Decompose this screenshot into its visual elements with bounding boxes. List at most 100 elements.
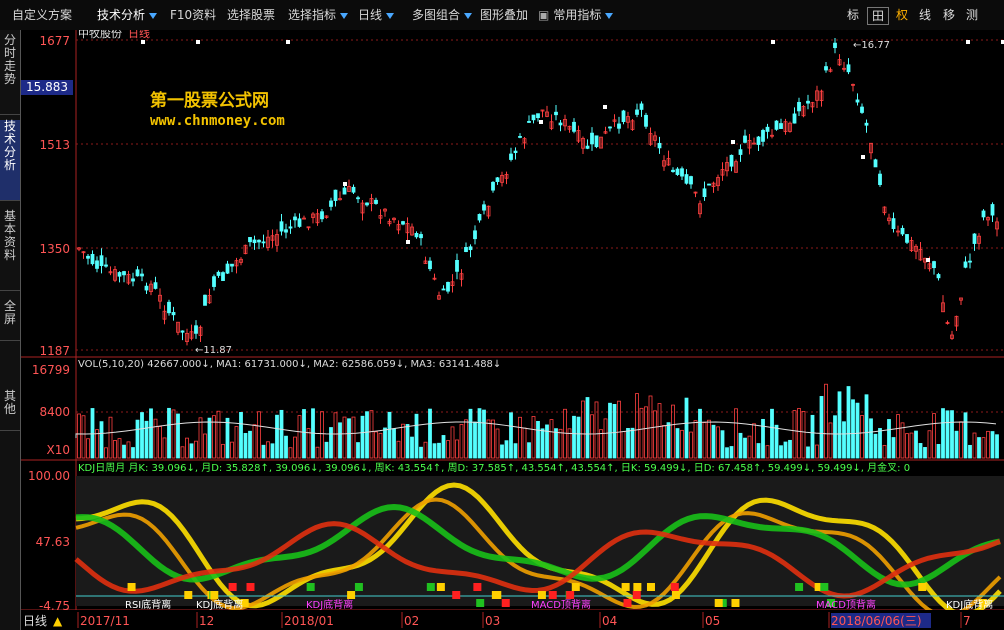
candle-body: [765, 126, 770, 132]
candle-body: [414, 233, 419, 238]
tab-intraday[interactable]: 分时走势: [0, 34, 20, 115]
chevron-down-icon[interactable]: [386, 12, 395, 19]
volume-bar: [743, 437, 747, 459]
candle-body: [455, 260, 459, 272]
volume-bar: [887, 419, 891, 459]
candle-body: [590, 132, 594, 145]
candle-body: [860, 106, 864, 113]
technical-analysis-menu[interactable]: 技术分析: [97, 6, 158, 24]
candle-body: [261, 241, 266, 244]
candle-body: [288, 226, 293, 229]
candle-body: [963, 261, 968, 268]
signal-square: [210, 591, 219, 599]
volume-bar: [437, 442, 441, 459]
signal-square: [623, 599, 632, 607]
multi-chart-menu[interactable]: 多图组合: [412, 6, 473, 24]
candle-body: [792, 113, 797, 124]
candle-body: [140, 273, 144, 277]
volume-bar: [243, 433, 248, 459]
volume-bar: [936, 444, 941, 459]
volume-bar: [873, 433, 878, 459]
volume-bar: [585, 397, 590, 459]
candle-body: [203, 294, 207, 306]
measure-button[interactable]: 测: [962, 5, 982, 25]
kdj-tick-label: 47.63: [36, 535, 70, 549]
volume-bar: [365, 411, 369, 459]
volume-bar: [626, 428, 630, 459]
candle-body: [684, 174, 689, 184]
signal-square: [246, 583, 255, 591]
signal-dot: [343, 182, 347, 186]
volume-bar: [509, 412, 513, 459]
candle-body: [171, 312, 176, 316]
candle-body: [477, 214, 482, 221]
candle-body: [135, 269, 140, 277]
divergence-label: MACD顶背离: [531, 598, 591, 611]
candle-body: [131, 278, 135, 282]
volume-bar: [225, 417, 230, 459]
candle-body: [572, 121, 576, 132]
signal-square: [537, 591, 546, 599]
grid-button[interactable]: 田: [867, 7, 889, 25]
candle-body: [99, 255, 104, 267]
volume-bar: [675, 428, 680, 459]
candle-body: [248, 237, 252, 243]
candle-body: [617, 123, 621, 129]
overlay-menu[interactable]: 图形叠加: [480, 6, 528, 24]
candle-body: [473, 230, 477, 240]
volume-bar: [441, 435, 446, 459]
volume-bar: [837, 391, 842, 459]
move-button[interactable]: 移: [939, 5, 959, 25]
custom-scheme-menu[interactable]: 自定义方案: [12, 6, 72, 24]
signal-square: [476, 599, 485, 607]
kdj-tick-label: 100.00: [28, 469, 70, 483]
signal-square: [566, 591, 575, 599]
triangle-up-icon: ▲: [53, 614, 63, 628]
tab-other[interactable]: 其他: [0, 390, 20, 431]
volume-bar: [842, 421, 846, 459]
bottom-period-label: 日线: [23, 614, 47, 628]
tab-fullscreen[interactable]: 全屏: [0, 300, 20, 341]
chevron-down-icon[interactable]: [605, 12, 614, 19]
volume-bar: [347, 418, 351, 459]
chevron-down-icon[interactable]: [464, 12, 473, 19]
rights-button[interactable]: 权: [892, 5, 912, 25]
signal-square: [632, 591, 641, 599]
candle-body: [756, 136, 761, 145]
candle-body: [594, 135, 599, 148]
f10-data-menu[interactable]: F10资料: [170, 6, 216, 24]
signal-dot: [196, 40, 200, 44]
line-button[interactable]: 线: [915, 5, 935, 25]
candle-body: [680, 168, 684, 177]
candle-body: [329, 200, 333, 207]
tab-technical-analysis[interactable]: 技术分析: [0, 120, 20, 201]
select-stock-menu[interactable]: 选择股票: [227, 6, 275, 24]
candle-body: [225, 263, 230, 274]
mark-button[interactable]: 标: [843, 5, 863, 25]
candle-body: [707, 183, 711, 186]
candle-body: [221, 272, 225, 281]
candle-body: [981, 210, 986, 218]
volume-bar: [878, 428, 882, 459]
signal-square: [670, 583, 679, 591]
candle-body: [905, 234, 909, 243]
date-label: 02: [404, 614, 419, 628]
volume-bar: [410, 436, 414, 459]
candle-body: [644, 114, 648, 127]
period-daily-menu[interactable]: 日线: [358, 6, 395, 24]
volume-bar: [284, 435, 288, 459]
volume-bar: [914, 430, 918, 459]
common-indicator-menu[interactable]: ▣ 常用指标: [538, 6, 614, 24]
volume-bar: [977, 437, 981, 459]
candle-body: [194, 325, 198, 334]
candle-body: [167, 301, 171, 314]
volume-bar: [788, 439, 792, 459]
candle-body: [333, 189, 338, 201]
tab-basic-info[interactable]: 基本资料: [0, 210, 20, 291]
chevron-down-icon[interactable]: [149, 12, 158, 19]
candle-body: [639, 103, 644, 110]
chevron-down-icon[interactable]: [340, 12, 349, 19]
signal-square: [918, 583, 927, 591]
volume-bar: [806, 446, 810, 459]
select-indicator-menu[interactable]: 选择指标: [288, 6, 349, 24]
